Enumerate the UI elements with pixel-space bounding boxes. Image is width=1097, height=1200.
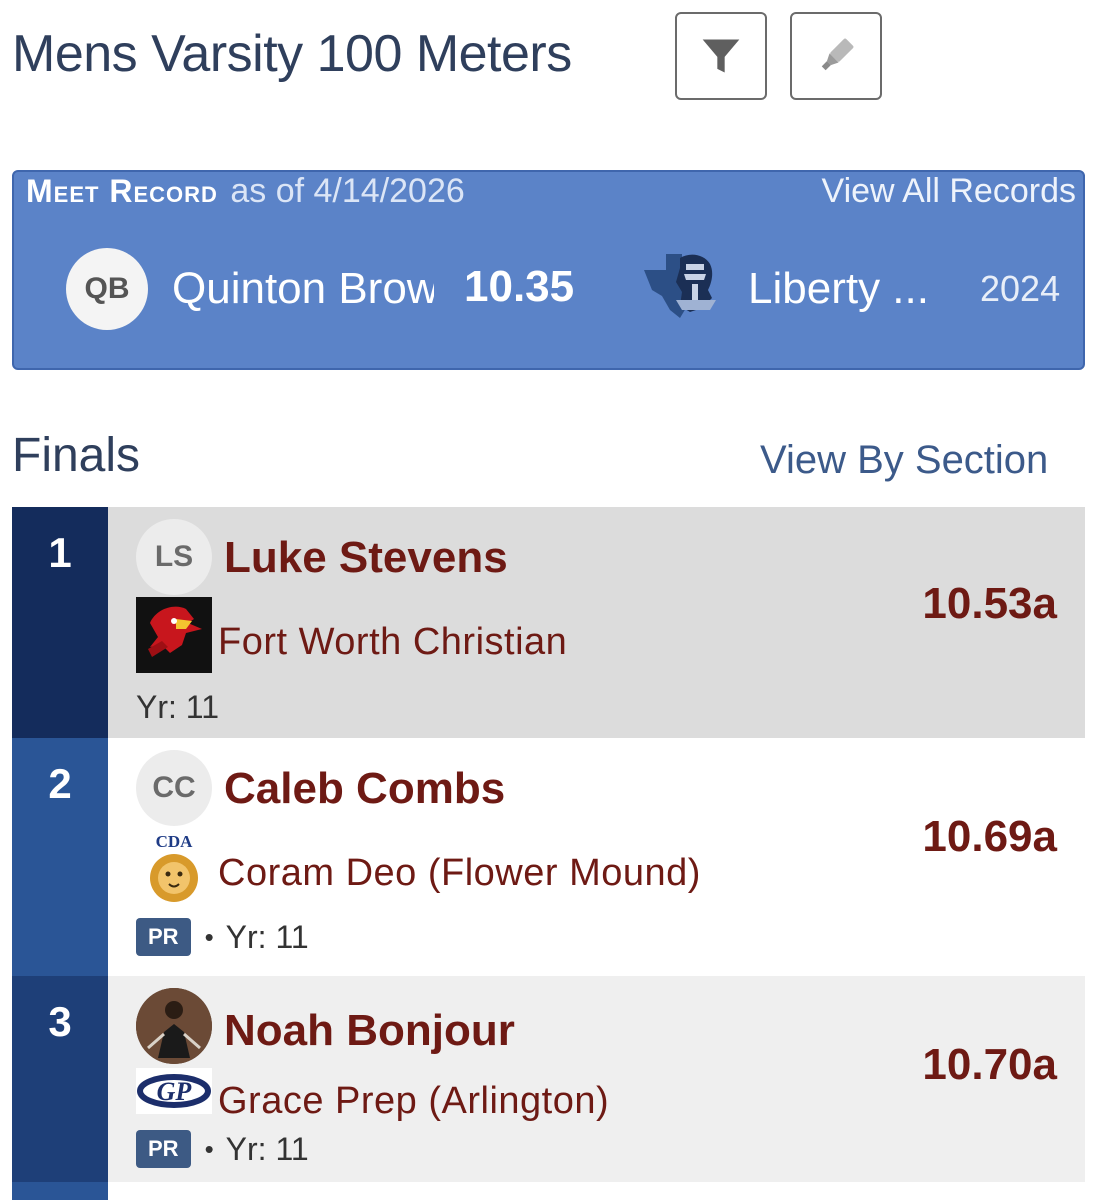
athlete-meta: PR • Yr: 11 xyxy=(136,1130,309,1168)
page-title: Mens Varsity 100 Meters xyxy=(12,25,572,83)
result-row-body: LS Luke Stevens Fort Worth Christian Yr:… xyxy=(108,507,1085,738)
meta-separator: • xyxy=(204,1133,214,1164)
result-mark: 10.69a xyxy=(922,812,1057,861)
athlete-year: Yr: 11 xyxy=(225,1130,309,1167)
finals-heading: Finals xyxy=(12,429,141,482)
athlete-year: Yr: 11 xyxy=(225,918,309,955)
view-by-section-link[interactable]: View By Section xyxy=(760,438,1048,483)
record-athlete-avatar: QB xyxy=(66,248,148,330)
meta-separator: • xyxy=(204,921,214,952)
pr-badge: PR xyxy=(136,918,191,956)
pr-badge: PR xyxy=(136,1130,191,1168)
athlete-meta: Yr: 11 xyxy=(136,689,219,726)
athlete-year: Yr: 11 xyxy=(136,689,219,725)
place-number: 3 xyxy=(12,976,108,1182)
record-label: Meet Record xyxy=(26,173,218,209)
school-name[interactable]: Coram Deo (Flower Mound) xyxy=(218,852,701,895)
record-time: 10.35 xyxy=(464,262,575,311)
athlete-avatar xyxy=(136,988,212,1064)
cda-lion-logo-icon: CDA xyxy=(138,832,210,902)
gp-logo-icon: GP xyxy=(136,1068,212,1114)
knight-texas-logo-icon xyxy=(644,254,716,318)
athlete-avatar: CC xyxy=(136,750,212,826)
athlete-name[interactable]: Luke Stevens xyxy=(224,533,508,583)
highlight-button[interactable] xyxy=(790,12,882,100)
svg-text:GP: GP xyxy=(157,1077,193,1106)
athlete-name[interactable]: Noah Bonjour xyxy=(224,1006,515,1056)
record-school[interactable]: Liberty ... xyxy=(748,264,929,314)
result-row[interactable]: 1 LS Luke Stevens Fort Worth Christian Y… xyxy=(12,507,1085,738)
result-row-body: Noah Bonjour GP Grace Prep (Arlington) P… xyxy=(108,976,1085,1182)
record-date: as of 4/14/2026 xyxy=(230,172,465,210)
cardinal-logo-icon xyxy=(136,597,212,673)
result-mark: 10.70a xyxy=(922,1040,1057,1089)
athlete-photo xyxy=(136,988,212,1064)
results-list: 1 LS Luke Stevens Fort Worth Christian Y… xyxy=(12,507,1085,1200)
filter-icon xyxy=(702,39,740,73)
result-row[interactable] xyxy=(12,1182,1085,1200)
result-row[interactable]: 3 Noah Bonjour GP Grace Prep (Arlington)… xyxy=(12,976,1085,1182)
athlete-meta: PR • Yr: 11 xyxy=(136,918,309,956)
result-row[interactable]: 2 CC Caleb Combs CDA Coram Deo (Flower M… xyxy=(12,738,1085,976)
result-mark: 10.53a xyxy=(922,579,1057,628)
record-header: Meet Record as of 4/14/2026 View All Rec… xyxy=(26,172,1077,211)
svg-text:CDA: CDA xyxy=(156,832,194,851)
meet-record-card[interactable]: Meet Record as of 4/14/2026 View All Rec… xyxy=(12,170,1085,370)
result-row-body: CC Caleb Combs CDA Coram Deo (Flower Mou… xyxy=(108,738,1085,976)
highlighter-icon xyxy=(821,38,854,71)
school-name[interactable]: Fort Worth Christian xyxy=(218,621,567,664)
athlete-avatar: LS xyxy=(136,519,212,595)
filter-button[interactable] xyxy=(675,12,767,100)
school-name[interactable]: Grace Prep (Arlington) xyxy=(218,1080,609,1123)
place-number: 2 xyxy=(12,738,108,976)
place-number: 1 xyxy=(12,507,108,738)
athlete-name[interactable]: Caleb Combs xyxy=(224,764,505,814)
record-athlete-name[interactable]: Quinton Brown xyxy=(172,264,434,314)
record-year: 2024 xyxy=(980,268,1061,309)
place-number xyxy=(12,1182,108,1200)
page-header: Mens Varsity 100 Meters xyxy=(12,10,1082,100)
view-all-records-link[interactable]: View All Records xyxy=(822,172,1077,211)
